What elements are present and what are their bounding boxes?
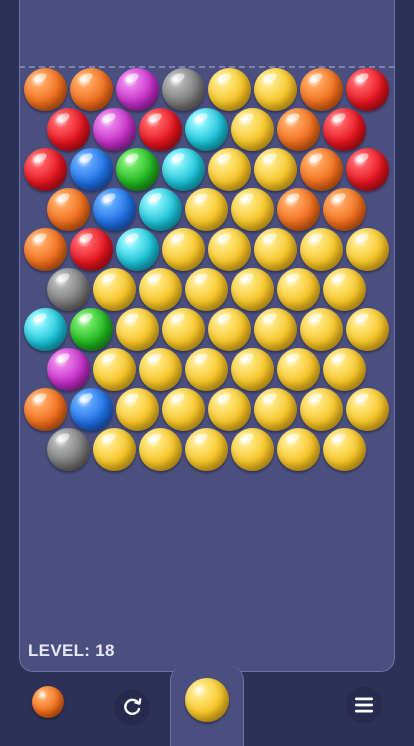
- magenta-bubble: [47, 348, 90, 391]
- yellow-bubble: [277, 428, 320, 471]
- magenta-bubble: [116, 68, 159, 111]
- yellow-bubble: [346, 388, 389, 431]
- yellow-bubble: [300, 308, 343, 351]
- red-bubble: [346, 68, 389, 111]
- yellow-bubble: [93, 428, 136, 471]
- yellow-bubble: [231, 428, 274, 471]
- gray-bubble: [162, 68, 205, 111]
- red-bubble: [47, 108, 90, 151]
- red-bubble: [70, 228, 113, 271]
- cyan-bubble: [185, 108, 228, 151]
- blue-bubble: [70, 148, 113, 191]
- yellow-bubble: [231, 268, 274, 311]
- yellow-bubble: [93, 348, 136, 391]
- yellow-bubble: [231, 348, 274, 391]
- orange-bubble: [277, 188, 320, 231]
- yellow-bubble: [185, 348, 228, 391]
- blue-bubble: [93, 188, 136, 231]
- red-bubble: [346, 148, 389, 191]
- yellow-bubble: [208, 148, 251, 191]
- yellow-bubble: [116, 308, 159, 351]
- yellow-bubble: [208, 68, 251, 111]
- yellow-bubble: [162, 228, 205, 271]
- orange-bubble: [24, 388, 67, 431]
- red-bubble: [323, 108, 366, 151]
- yellow-bubble: [208, 308, 251, 351]
- yellow-bubble: [323, 268, 366, 311]
- green-bubble: [116, 148, 159, 191]
- yellow-bubble: [208, 388, 251, 431]
- yellow-bubble: [323, 428, 366, 471]
- yellow-bubble: [254, 308, 297, 351]
- gray-bubble: [47, 428, 90, 471]
- red-bubble: [24, 148, 67, 191]
- yellow-bubble: [139, 348, 182, 391]
- orange-bubble: [47, 188, 90, 231]
- menu-button[interactable]: [346, 687, 382, 723]
- yellow-bubble: [93, 268, 136, 311]
- magenta-bubble: [93, 108, 136, 151]
- yellow-bubble: [277, 348, 320, 391]
- orange-bubble: [24, 68, 67, 111]
- cyan-bubble: [24, 308, 67, 351]
- yellow-bubble: [346, 228, 389, 271]
- refresh-icon: [124, 698, 142, 716]
- yellow-bubble: [254, 228, 297, 271]
- yellow-bubble: [185, 428, 228, 471]
- yellow-bubble: [277, 268, 320, 311]
- blue-bubble: [70, 388, 113, 431]
- shooter-bubble[interactable]: [185, 678, 229, 722]
- gray-bubble: [47, 268, 90, 311]
- yellow-bubble: [254, 148, 297, 191]
- orange-bubble: [323, 188, 366, 231]
- yellow-bubble: [323, 348, 366, 391]
- swap-button[interactable]: [114, 689, 150, 725]
- yellow-bubble: [185, 188, 228, 231]
- yellow-bubble: [231, 188, 274, 231]
- yellow-bubble: [162, 308, 205, 351]
- cyan-bubble: [162, 148, 205, 191]
- cyan-bubble: [116, 228, 159, 271]
- yellow-bubble: [139, 428, 182, 471]
- green-bubble: [70, 308, 113, 351]
- next-bubble[interactable]: [32, 686, 64, 718]
- orange-bubble: [24, 228, 67, 271]
- yellow-bubble: [254, 388, 297, 431]
- yellow-bubble: [139, 268, 182, 311]
- orange-bubble: [300, 148, 343, 191]
- yellow-bubble: [208, 228, 251, 271]
- yellow-bubble: [231, 108, 274, 151]
- orange-bubble: [70, 68, 113, 111]
- yellow-bubble: [254, 68, 297, 111]
- orange-bubble: [277, 108, 320, 151]
- level-label: LEVEL: 18: [28, 641, 115, 660]
- bubble-grid: [0, 0, 414, 736]
- yellow-bubble: [346, 308, 389, 351]
- yellow-bubble: [300, 228, 343, 271]
- cyan-bubble: [139, 188, 182, 231]
- menu-icon: [355, 697, 373, 713]
- yellow-bubble: [116, 388, 159, 431]
- yellow-bubble: [162, 388, 205, 431]
- orange-bubble: [300, 68, 343, 111]
- yellow-bubble: [300, 388, 343, 431]
- yellow-bubble: [185, 268, 228, 311]
- red-bubble: [139, 108, 182, 151]
